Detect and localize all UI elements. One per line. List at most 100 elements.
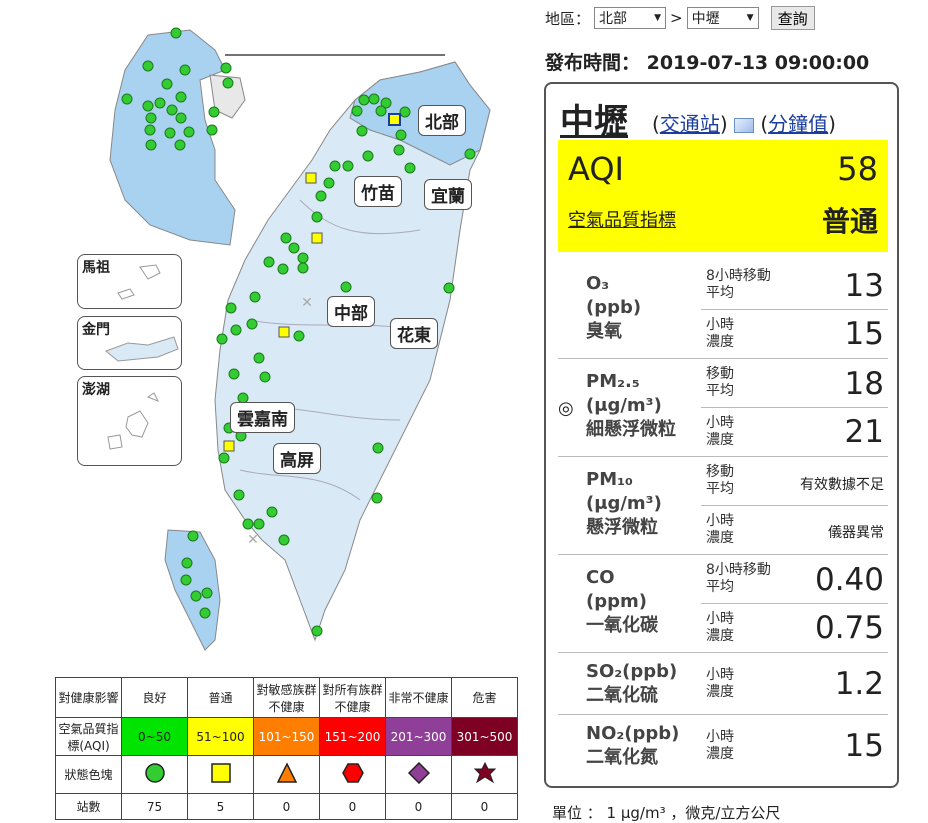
hour-value: 21 [844, 414, 884, 450]
row-divider [558, 456, 888, 457]
station-marker [190, 590, 202, 602]
station-marker [372, 442, 384, 454]
avg-value: 有效數據不足 [800, 477, 884, 493]
station-marker [375, 105, 387, 117]
station-marker [315, 190, 327, 202]
chevron-down-icon: ▼ [654, 13, 662, 23]
station-marker [395, 129, 407, 141]
station-marker [199, 607, 211, 619]
traffic-station-link[interactable]: 交通站 [660, 112, 720, 136]
avg-value: 13 [844, 268, 884, 304]
station-marker [228, 368, 240, 380]
station-marker [164, 127, 176, 139]
legend-level-name: 非常不健康 [385, 677, 452, 718]
station-marker [187, 530, 199, 542]
hour-value: 1.2 [834, 666, 884, 702]
station-marker [253, 352, 265, 364]
row-subdivider [701, 505, 888, 506]
station-marker [340, 281, 352, 293]
station-marker [266, 506, 278, 518]
region-label-north[interactable]: 北部 [418, 105, 466, 136]
hour-label: 小時濃度 [706, 611, 734, 644]
legend-shape-diamond-icon [385, 755, 452, 794]
legend-count: 0 [451, 793, 518, 820]
pollutant-cname: 二氧化氮 [586, 747, 658, 768]
station-marker [121, 93, 133, 105]
station-marker [297, 262, 309, 274]
selected-station-marker [388, 113, 401, 126]
station-select[interactable]: 中壢 ▼ [686, 7, 759, 29]
region-label-gaoping[interactable]: 高屏 [273, 443, 321, 474]
station-marker [220, 62, 232, 74]
region-label-yunjianan[interactable]: 雲嘉南 [230, 402, 295, 433]
station-marker [329, 160, 341, 172]
row-subdivider [701, 407, 888, 408]
station-marker-moderate [311, 232, 323, 244]
inset-penghu[interactable]: 澎湖 [77, 376, 182, 466]
avg-label: 8小時移動平均 [706, 562, 771, 595]
station-marker-na: ✕ [247, 532, 259, 548]
region-label-huadong[interactable]: 花東 [390, 318, 438, 349]
legend-level-name: 對所有族群不健康 [319, 677, 386, 718]
station-marker [233, 489, 245, 501]
station-marker [145, 139, 157, 151]
station-marker [443, 282, 455, 294]
legend-range: 0~50 [121, 717, 188, 756]
station-marker [288, 242, 300, 254]
station-marker [358, 94, 370, 106]
legend-level-name: 對敏感族群不健康 [253, 677, 320, 718]
station-marker [393, 144, 405, 156]
row-subdivider [701, 309, 888, 310]
station-marker [342, 160, 354, 172]
pollutant-no2: NO₂(ppb) 二氧化氮 [586, 722, 679, 770]
south-blue-shape [164, 529, 221, 651]
station-marker [170, 27, 182, 39]
pollutant-unit: (μg/m³) [586, 395, 662, 416]
station-marker [230, 324, 242, 336]
station-marker [206, 124, 218, 136]
hour-label: 小時濃度 [706, 667, 734, 700]
query-button[interactable]: 查詢 [770, 6, 815, 30]
aqi-status: 普通 [821, 205, 878, 238]
pollutant-co: CO (ppm) 一氧化碳 [586, 566, 658, 638]
pollutant-name: SO₂(ppb) [586, 661, 678, 682]
region-select[interactable]: 北部 ▼ [594, 7, 667, 29]
avg-value: 18 [844, 366, 884, 402]
station-marker [351, 105, 363, 117]
legend-header-shape: 狀態色塊 [55, 755, 122, 794]
pollutant-name: O₃ [586, 273, 610, 294]
station-marker [404, 162, 416, 174]
station-marker [201, 587, 213, 599]
station-marker [225, 302, 237, 314]
selected-marker-icon: ◎ [558, 398, 574, 419]
station-marker [371, 492, 383, 504]
legend-count: 75 [121, 793, 188, 820]
minute-value-link[interactable]: 分鐘值 [768, 112, 828, 136]
legend-count: 0 [319, 793, 386, 820]
station-marker [464, 148, 476, 160]
station-marker [399, 106, 411, 118]
legend-shape-square-icon [187, 755, 254, 794]
hour-value: 15 [844, 728, 884, 764]
pollutant-pm25: PM₂.₅ (μg/m³) 細懸浮微粒 [586, 370, 676, 442]
station-marker [311, 625, 323, 637]
aqi-desc-link[interactable]: 空氣品質指標 [568, 206, 676, 232]
hour-label: 小時濃度 [706, 729, 734, 762]
pollutant-cname: 一氧化碳 [586, 615, 658, 636]
hour-value: 15 [844, 316, 884, 352]
inset-kinmen[interactable]: 金門 [77, 316, 182, 370]
row-divider [558, 358, 888, 359]
region-label-central[interactable]: 中部 [327, 296, 375, 327]
chart-icon[interactable] [733, 118, 754, 133]
station-select-value: 中壢 [691, 11, 720, 27]
inset-matsu[interactable]: 馬祖 [77, 254, 182, 309]
aqi-label: AQI [568, 150, 624, 188]
station-marker [253, 518, 265, 530]
region-label-yilan[interactable]: 宜蘭 [424, 179, 472, 210]
avg-label: 移動平均 [706, 464, 734, 497]
legend-shape-star-icon [451, 755, 518, 794]
hour-label: 小時濃度 [706, 415, 734, 448]
region-label-zhumiao[interactable]: 竹苗 [354, 176, 402, 207]
hour-label: 小時濃度 [706, 317, 734, 350]
station-marker [297, 252, 309, 264]
